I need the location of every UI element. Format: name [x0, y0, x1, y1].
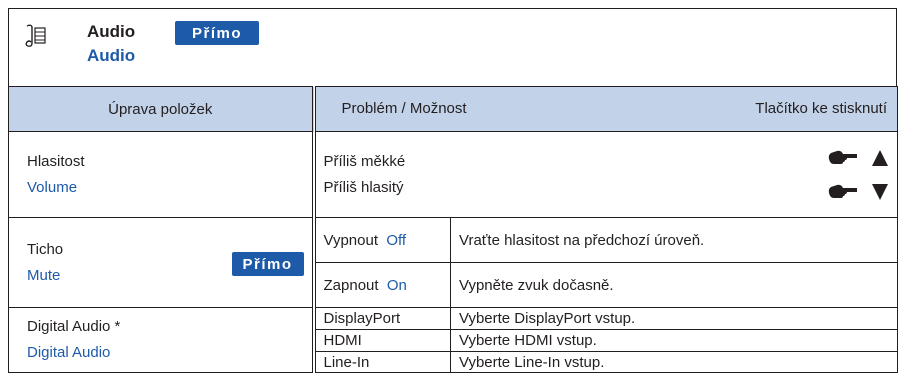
header-problem: Problém / Možnost [341, 100, 467, 117]
mute-off-option: Vypnout Off [313, 217, 451, 263]
mute-off-value: Off [386, 231, 407, 249]
mute-off-label: Vypnout [323, 231, 379, 249]
arrow-down-icon [872, 184, 888, 200]
hand-pointer-icon [828, 150, 857, 164]
table-row-digital-displayport: Digital Audio * Digital Audio DisplayPor… [8, 307, 898, 373]
volume-up-buttons [827, 148, 889, 168]
option-desc: Vyberte DisplayPort vstup. [450, 307, 898, 330]
digital-audio-label: Digital Audio * [27, 318, 121, 335]
option-name: Line-In [313, 351, 451, 373]
arrow-up-icon [872, 150, 888, 166]
mute-on-value: On [386, 276, 407, 294]
volume-problem-soft: Příliš měkké [323, 152, 406, 170]
mute-item-cell: Ticho Mute Přímo [8, 217, 316, 308]
digital-audio-item-cell: Digital Audio * Digital Audio [8, 307, 316, 373]
volume-problem-cell: Příliš měkké Příliš hlasitý [313, 131, 898, 218]
volume-label: Hlasitost [27, 152, 85, 170]
table-header-row: Úprava položek Problém / Možnost Tlačítk… [8, 86, 898, 132]
mute-direct-badge: Přímo [231, 252, 304, 276]
mute-on-desc: Vypněte zvuk dočasně. [450, 262, 898, 308]
option-desc: Vyberte HDMI vstup. [450, 329, 898, 352]
section-header: Audio Audio Přímo [8, 8, 897, 86]
mute-on-label: Zapnout [323, 276, 379, 294]
option-desc: Vyberte Line-In vstup. [450, 351, 898, 373]
volume-label-en: Volume [27, 178, 78, 196]
header-item: Úprava položek [8, 86, 316, 132]
volume-down-buttons [827, 182, 889, 202]
header-problem-cell: Problém / Možnost Tlačítko ke stisknutí [313, 86, 898, 132]
direct-badge: Přímo [175, 21, 259, 45]
settings-table: Úprava položek Problém / Možnost Tlačítk… [8, 86, 898, 373]
music-note-icon [25, 24, 46, 47]
header-button: Tlačítko ke stisknutí [755, 100, 887, 117]
hand-pointer-icon [828, 184, 857, 198]
manual-page: Audio Audio Přímo Úprava položek Problém… [0, 0, 905, 389]
volume-item-cell: Hlasitost Volume [8, 131, 316, 218]
option-name: HDMI [313, 329, 451, 352]
option-name: DisplayPort [313, 307, 451, 330]
mute-on-option: Zapnout On [313, 262, 451, 308]
volume-problem-loud: Příliš hlasitý [323, 178, 404, 196]
digital-audio-label-en: Digital Audio [27, 344, 111, 361]
mute-off-desc: Vraťte hlasitost na předchozí úroveň. [450, 217, 898, 263]
table-row-mute-off: Ticho Mute Přímo Vypnout Off Vraťte hlas… [8, 217, 898, 308]
section-subtitle: Audio [87, 46, 136, 65]
section-title: Audio [87, 22, 136, 41]
table-row-volume: Hlasitost Volume Příliš měkké Příliš hla… [8, 131, 898, 218]
